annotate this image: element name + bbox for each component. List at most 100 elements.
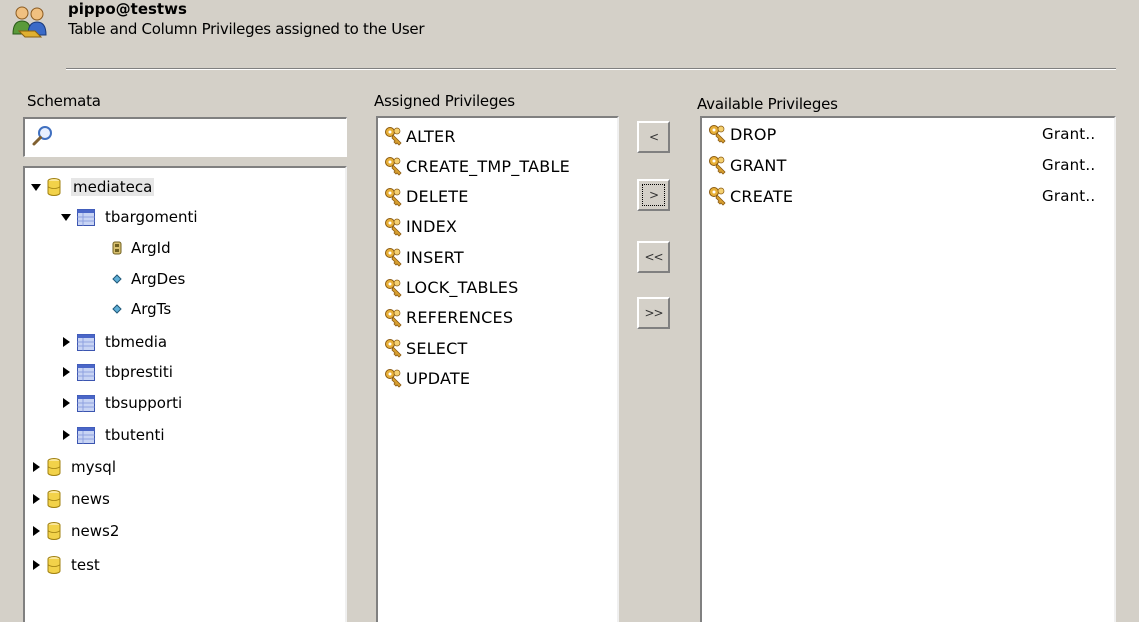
assigned-privilege-item[interactable]: INSERT [384, 243, 464, 271]
privilege-key-icon [385, 248, 402, 267]
tree-label: mediateca [71, 178, 155, 196]
schemata-label: Schemata [27, 92, 101, 110]
available-privilege-item[interactable]: DROP Grant.. [708, 120, 1108, 148]
database-icon [47, 458, 61, 476]
table-icon [77, 333, 95, 351]
expand-toggle-icon[interactable] [33, 494, 40, 504]
header-description: Table and Column Privileges assigned to … [68, 20, 425, 38]
tree-node-tbutenti[interactable]: tbutenti [61, 422, 165, 448]
expand-toggle-icon[interactable] [61, 213, 71, 221]
privilege-name: ALTER [406, 126, 456, 146]
privilege-key-icon [709, 156, 726, 175]
user-name: pippo@testws [68, 0, 187, 18]
privilege-name: GRANT [730, 155, 787, 175]
tree-node-news2[interactable]: news2 [31, 518, 119, 544]
add-all-privileges-button[interactable]: >> [637, 297, 670, 329]
privilege-name: CREATE [730, 186, 794, 206]
schemata-tree[interactable]: mediateca tbargomenti ArgId ArgDes ArgTs… [23, 166, 347, 622]
privilege-grant-option: Grant.. [1042, 187, 1096, 205]
available-privileges-label: Available Privileges [697, 95, 838, 113]
tree-label: tbutenti [105, 426, 165, 444]
expand-toggle-icon[interactable] [63, 337, 70, 347]
assigned-privilege-item[interactable]: ALTER [384, 122, 456, 150]
tree-label: mysql [71, 458, 116, 476]
assigned-privileges-list[interactable]: ALTER CREATE_TMP_TABLE DELETE INDEX INSERT LO… [376, 116, 619, 622]
tree-label: news [71, 490, 110, 508]
privilege-name: REFERENCES [406, 308, 514, 328]
privilege-key-icon [385, 369, 402, 388]
table-icon [77, 426, 95, 444]
table-icon [77, 363, 95, 381]
database-icon [47, 178, 61, 196]
tree-node-test[interactable]: test [31, 552, 100, 578]
privilege-name: INSERT [406, 247, 464, 267]
privilege-key-icon [709, 125, 726, 144]
expand-toggle-icon[interactable] [31, 183, 41, 191]
expand-toggle-icon[interactable] [63, 430, 70, 440]
expand-toggle-icon[interactable] [63, 367, 70, 377]
privilege-key-icon [385, 278, 402, 297]
add-privilege-button[interactable]: > [637, 179, 670, 211]
privilege-key-icon [385, 127, 402, 146]
privilege-name: LOCK_TABLES [406, 278, 519, 297]
column-icon [112, 304, 122, 314]
search-icon [32, 126, 52, 146]
assigned-privilege-item[interactable]: UPDATE [384, 364, 470, 392]
expand-toggle-icon[interactable] [33, 560, 40, 570]
tree-node-mediateca[interactable]: mediateca [31, 174, 155, 200]
tree-node-news[interactable]: news [31, 486, 110, 512]
assigned-privilege-item[interactable]: REFERENCES [384, 304, 513, 332]
available-privileges-list[interactable]: DROP Grant.. GRANT Grant.. CREATE Grant.. [700, 116, 1116, 622]
privilege-name: SELECT [406, 338, 468, 358]
privilege-key-icon [385, 339, 402, 358]
tree-node-tbmedia[interactable]: tbmedia [61, 329, 167, 355]
tree-label: news2 [71, 522, 120, 540]
privilege-key-icon [385, 187, 402, 207]
tree-node-tbargomenti[interactable]: tbargomenti [61, 204, 198, 230]
tree-label: ArgTs [131, 300, 172, 318]
tree-node-tbprestiti[interactable]: tbprestiti [61, 359, 173, 385]
privilege-key-icon [385, 217, 402, 237]
remove-all-privileges-button[interactable]: << [637, 241, 670, 273]
expand-toggle-icon[interactable] [63, 398, 70, 408]
expand-toggle-icon[interactable] [33, 462, 40, 472]
users-icon [12, 6, 47, 38]
tree-label: tbmedia [105, 333, 168, 351]
assigned-privileges-label: Assigned Privileges [374, 92, 515, 110]
column-icon [112, 274, 122, 284]
table-icon [77, 394, 95, 412]
privilege-name: INDEX [406, 217, 458, 237]
tree-node-argts[interactable]: ArgTs [111, 296, 171, 322]
schemata-search-input[interactable] [23, 117, 347, 157]
tree-node-argdes[interactable]: ArgDes [111, 266, 185, 292]
tree-label: tbsupporti [105, 394, 183, 412]
header: pippo@testws Table and Column Privileges… [0, 0, 1139, 70]
tree-node-tbsupporti[interactable]: tbsupporti [61, 390, 182, 416]
available-privilege-item[interactable]: CREATE Grant.. [708, 182, 1108, 210]
assigned-privilege-item[interactable]: INDEX [384, 213, 457, 241]
database-icon [47, 490, 61, 508]
privilege-name: DELETE [406, 187, 469, 207]
tree-label: test [71, 556, 100, 574]
assigned-privilege-item[interactable]: SELECT [384, 334, 467, 362]
assigned-privilege-item[interactable]: CREATE_TMP_TABLE [384, 152, 570, 180]
privilege-name: DROP [730, 124, 777, 144]
expand-toggle-icon[interactable] [33, 526, 40, 536]
assigned-privilege-item[interactable]: LOCK_TABLES [384, 274, 518, 302]
tree-label: tbprestiti [105, 363, 173, 381]
assigned-privilege-item[interactable]: DELETE [384, 183, 469, 211]
remove-privilege-button[interactable]: < [637, 121, 670, 153]
tree-label: ArgId [131, 239, 171, 257]
available-privilege-item[interactable]: GRANT Grant.. [708, 151, 1108, 179]
primary-key-icon [112, 241, 122, 255]
privilege-key-icon [385, 157, 402, 176]
tree-node-argid[interactable]: ArgId [111, 235, 171, 261]
privilege-name: UPDATE [406, 368, 471, 388]
table-icon [77, 208, 95, 226]
privilege-name: CREATE_TMP_TABLE [406, 156, 570, 176]
header-divider [66, 68, 1116, 70]
tree-node-mysql[interactable]: mysql [31, 454, 116, 480]
privilege-key-icon [385, 308, 402, 328]
privilege-grant-option: Grant.. [1042, 125, 1096, 143]
tree-label: tbargomenti [105, 208, 198, 226]
